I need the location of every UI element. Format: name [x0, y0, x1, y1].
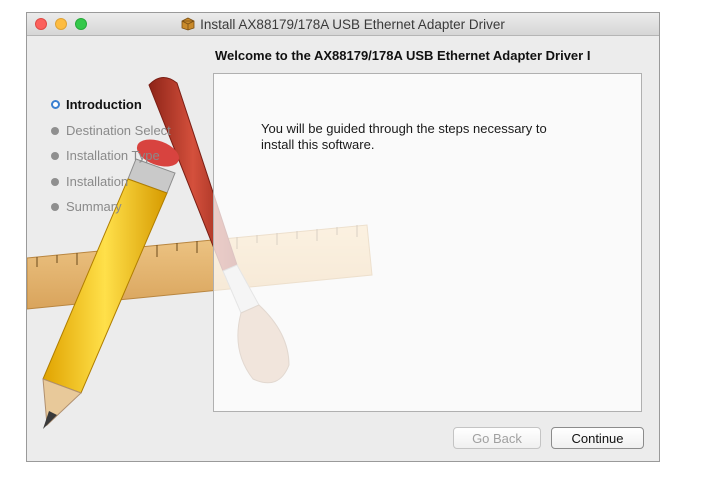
step-label: Destination Select: [66, 122, 171, 138]
step-summary: Summary: [51, 199, 211, 225]
step-installation-type: Installation Type: [51, 148, 211, 174]
continue-button[interactable]: Continue: [551, 427, 644, 449]
step-destination-select: Destination Select: [51, 123, 211, 149]
step-label: Installation: [66, 173, 129, 189]
intro-message-line: You will be guided through the steps nec…: [261, 121, 547, 136]
installer-window: Install AX88179/178A USB Ethernet Adapte…: [26, 12, 660, 462]
window-title: Install AX88179/178A USB Ethernet Adapte…: [200, 16, 505, 32]
page-title: Welcome to the AX88179/178A USB Ethernet…: [215, 48, 591, 63]
installer-steps: Introduction Destination Select Installa…: [51, 97, 211, 225]
step-bullet-icon: [51, 203, 59, 211]
step-bullet-icon: [51, 126, 59, 135]
step-bullet-icon: [51, 177, 59, 186]
intro-message: You will be guided through the steps nec…: [261, 121, 621, 153]
go-back-button[interactable]: Go Back: [453, 427, 541, 449]
step-label: Introduction: [66, 97, 142, 112]
step-introduction: Introduction: [51, 97, 211, 123]
step-bullet-icon: [51, 152, 59, 160]
step-label: Summary: [66, 199, 122, 214]
title-bar: Install AX88179/178A USB Ethernet Adapte…: [27, 13, 659, 36]
active-step-bullet-icon: [51, 100, 60, 109]
step-installation: Installation: [51, 174, 211, 200]
intro-message-line: install this software.: [261, 137, 375, 152]
package-icon: [181, 17, 195, 31]
content-pane: You will be guided through the steps nec…: [213, 73, 642, 412]
window-title-container: Install AX88179/178A USB Ethernet Adapte…: [27, 13, 659, 35]
step-label: Installation Type: [66, 148, 160, 163]
